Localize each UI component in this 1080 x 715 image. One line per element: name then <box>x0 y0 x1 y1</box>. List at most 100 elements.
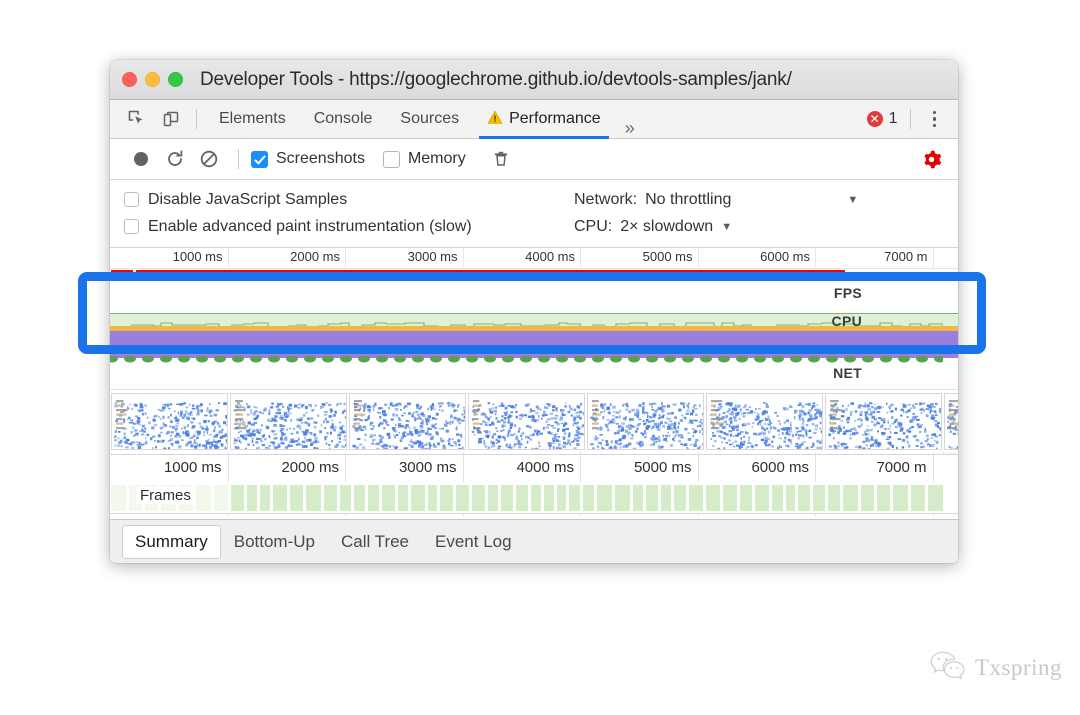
frame-chip[interactable] <box>273 485 287 511</box>
frame-chip[interactable] <box>723 485 737 511</box>
memory-checkbox-box[interactable] <box>382 150 400 168</box>
frame-chip[interactable] <box>382 485 395 511</box>
frame-chip[interactable] <box>290 485 303 511</box>
frame-chip[interactable] <box>861 485 874 511</box>
frame-chip[interactable] <box>531 485 541 511</box>
cpu-band[interactable]: CPU <box>110 305 958 331</box>
memory-checkbox[interactable]: Memory <box>382 150 466 168</box>
frame-chip[interactable] <box>306 485 321 511</box>
filmstrip-frame[interactable] <box>349 393 466 450</box>
tab-summary[interactable]: Summary <box>122 524 221 559</box>
frame-chip[interactable] <box>411 485 425 511</box>
watermark: Txspring <box>930 650 1062 685</box>
record-circle-icon[interactable] <box>124 144 158 174</box>
screenshots-checkbox-box[interactable] <box>251 150 268 168</box>
advanced-paint-checkbox[interactable]: Enable advanced paint instrumentation (s… <box>124 218 574 236</box>
frame-chip[interactable] <box>755 485 769 511</box>
tab-sources[interactable]: Sources <box>386 100 473 139</box>
frame-chip[interactable] <box>368 485 379 511</box>
tab-event-log[interactable]: Event Log <box>422 525 525 559</box>
disable-js-samples-box[interactable] <box>124 192 139 207</box>
frame-chip[interactable] <box>354 485 365 511</box>
maximize-button[interactable] <box>168 72 183 87</box>
frame-chip[interactable] <box>231 485 244 511</box>
trash-icon[interactable] <box>484 144 518 174</box>
tab-call-tree[interactable]: Call Tree <box>328 525 422 559</box>
cpu-throttling-control[interactable]: CPU: 2× slowdown ▼ <box>574 218 732 236</box>
timeline-overview[interactable]: 1000 ms 2000 ms 3000 ms 4000 ms 5000 ms 6000 … <box>110 248 958 458</box>
tab-performance[interactable]: Performance <box>473 100 615 139</box>
frame-chip[interactable] <box>633 485 643 511</box>
frame-chip[interactable] <box>877 485 890 511</box>
frame-chip[interactable] <box>324 485 337 511</box>
frame-chip[interactable] <box>456 485 469 511</box>
screenshot-filmstrip[interactable] <box>110 389 958 452</box>
frame-chip[interactable] <box>516 485 528 511</box>
filmstrip-frame[interactable] <box>944 393 958 450</box>
close-button[interactable] <box>122 72 137 87</box>
frame-chip[interactable] <box>428 485 437 511</box>
filmstrip-frame[interactable] <box>706 393 823 450</box>
frame-chip[interactable] <box>583 485 594 511</box>
frame-chip[interactable] <box>569 485 580 511</box>
frame-chip[interactable] <box>706 485 720 511</box>
inspect-element-icon[interactable] <box>120 104 154 134</box>
window-controls[interactable] <box>122 72 183 87</box>
frame-chip[interactable] <box>440 485 453 511</box>
minimize-button[interactable] <box>145 72 160 87</box>
advanced-paint-box[interactable] <box>124 219 139 234</box>
frame-chip[interactable] <box>674 485 686 511</box>
frame-chip[interactable] <box>472 485 485 511</box>
frame-chip[interactable] <box>260 485 270 511</box>
capture-settings-gear[interactable] <box>921 149 958 170</box>
more-tabs-icon[interactable]: » <box>615 118 645 139</box>
disable-js-samples-checkbox[interactable]: Disable JavaScript Samples <box>124 191 574 209</box>
frame-chip[interactable] <box>928 485 943 511</box>
frame-chip[interactable] <box>689 485 703 511</box>
network-throttling-control[interactable]: Network: No throttling ▼ <box>574 191 858 209</box>
frame-chip[interactable] <box>772 485 783 511</box>
frame-chip[interactable] <box>828 485 840 511</box>
frame-chip[interactable] <box>557 485 566 511</box>
fps-band[interactable]: FPS <box>110 269 958 305</box>
frame-chip[interactable] <box>597 485 612 511</box>
frame-chip[interactable] <box>501 485 513 511</box>
frame-chip[interactable] <box>661 485 671 511</box>
filmstrip-frame[interactable] <box>111 393 228 450</box>
frame-chip[interactable] <box>196 485 211 511</box>
frame-chip[interactable] <box>893 485 908 511</box>
tab-console[interactable]: Console <box>300 100 387 139</box>
filmstrip-frame[interactable] <box>587 393 704 450</box>
clear-icon[interactable] <box>192 144 226 174</box>
chevron-down-icon-cpu[interactable]: ▼ <box>721 221 732 233</box>
frame-chip[interactable] <box>911 485 925 511</box>
frame-chip[interactable] <box>843 485 858 511</box>
filmstrip-frame[interactable] <box>230 393 347 450</box>
reload-record-icon[interactable] <box>158 144 192 174</box>
error-badge[interactable]: ✕ 1 <box>866 110 898 128</box>
device-toolbar-icon[interactable] <box>154 104 188 134</box>
frame-chip[interactable] <box>615 485 630 511</box>
frame-chip[interactable] <box>214 485 228 511</box>
frame-chip[interactable] <box>786 485 795 511</box>
frame-chip[interactable] <box>488 485 498 511</box>
screenshots-checkbox[interactable]: Screenshots <box>251 150 365 168</box>
frame-chip[interactable] <box>646 485 658 511</box>
frames-tick-label: 1000 ms <box>163 459 222 476</box>
frame-chip[interactable] <box>247 485 257 511</box>
frame-chip[interactable] <box>740 485 752 511</box>
filmstrip-frame[interactable] <box>468 393 585 450</box>
frame-chip[interactable] <box>544 485 554 511</box>
tab-bottom-up[interactable]: Bottom-Up <box>221 525 328 559</box>
frame-chip[interactable] <box>340 485 351 511</box>
chevron-down-icon[interactable]: ▼ <box>847 194 858 206</box>
kebab-menu-icon[interactable] <box>923 110 949 128</box>
frame-chip[interactable] <box>798 485 810 511</box>
frame-chip[interactable] <box>398 485 408 511</box>
filmstrip-frame[interactable] <box>825 393 942 450</box>
frame-chip[interactable] <box>111 485 126 511</box>
tab-elements[interactable]: Elements <box>205 100 300 139</box>
frames-track[interactable]: Frames <box>110 482 958 514</box>
frame-chip[interactable] <box>813 485 825 511</box>
net-band[interactable]: NET <box>110 331 958 389</box>
